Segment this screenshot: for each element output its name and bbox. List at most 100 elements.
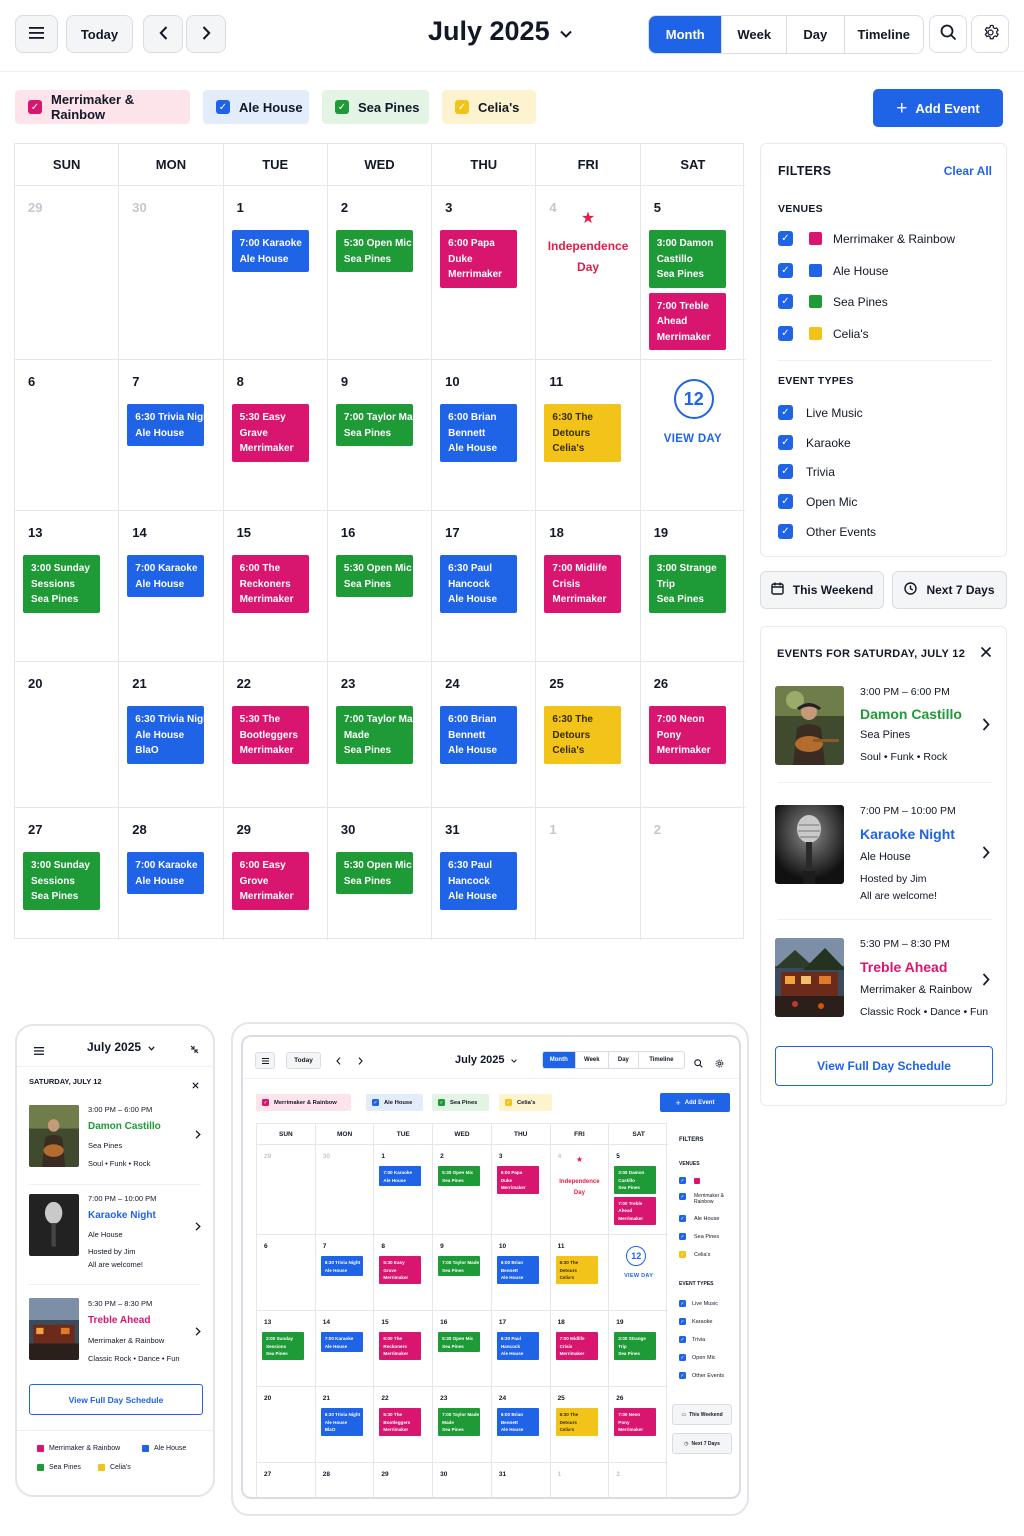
calendar-event[interactable]: 5:30 The Bootleggers Merrimaker	[231, 706, 309, 764]
gear-icon[interactable]	[715, 1055, 724, 1073]
venue-filter-merrimaker[interactable]: ✓ Merrimaker & Rainbow	[778, 231, 955, 246]
calendar-day-cell[interactable]: 15 6:00 The Reckoners Merrimaker	[374, 1311, 434, 1387]
calendar-day-cell[interactable]: 24 6:00 Brian Bennett Ale House	[432, 662, 537, 808]
calendar-day-cell[interactable]: 5 3:00 Damon Castillo Sea Pines 7:00 Treble A…	[640, 186, 745, 360]
view-full-schedule-button[interactable]: View Full Day Schedule	[29, 1384, 203, 1415]
calendar-day-cell[interactable]: 12 VIEW DAY	[640, 360, 745, 511]
search-button[interactable]	[929, 15, 967, 53]
calendar-event[interactable]: 5:30 Open Mic Sea Pines	[438, 1332, 481, 1353]
calendar-day-cell[interactable]: 1 7:00 Karaoke Ale House	[374, 1145, 434, 1235]
calendar-day-cell[interactable]: 19 3:00 Strange Trip Sea Pines	[609, 1311, 668, 1387]
calendar-event[interactable]: 6:00 Easy Grove Merrimaker	[231, 852, 309, 910]
mobile-month-title[interactable]: July 2025	[87, 1040, 156, 1054]
venue-chip-ale-house[interactable]: ✓ Ale House	[203, 90, 309, 124]
chevron-left-icon[interactable]	[329, 1052, 347, 1069]
view-tab-timeline[interactable]: Timeline	[843, 16, 923, 53]
settings-button[interactable]	[971, 15, 1009, 53]
calendar-day-cell[interactable]: 2	[609, 1463, 668, 1497]
calendar-event[interactable]: 5:30 Easy Grave Merrimaker	[379, 1256, 422, 1284]
event-name[interactable]: Karaoke Night	[860, 826, 955, 842]
calendar-day-cell[interactable]: 17 6:30 Paul Hancock Ale House	[491, 1311, 551, 1387]
calendar-day-cell[interactable]: 22 5:30 The Bootleggers Merrimaker	[374, 1387, 434, 1463]
calendar-event[interactable]: 5:30 Open Mic Sea Pines	[438, 1166, 481, 1187]
calendar-day-cell[interactable]: 7 6:30 Trivia Night Ale House	[119, 360, 224, 511]
close-icon[interactable]	[192, 1076, 199, 1094]
venue-filter-celias[interactable]: ✓ Celia's	[679, 1251, 710, 1258]
chevron-right-icon[interactable]	[195, 1222, 201, 1234]
this-weekend-button[interactable]: This Weekend	[760, 571, 884, 609]
calendar-event[interactable]: 7:00 Neon Pony Merrimaker	[648, 706, 726, 764]
next-7-days-button[interactable]: ◷ Next 7 Days	[672, 1433, 732, 1454]
type-filter-live-music[interactable]: ✓ Live Music	[679, 1300, 718, 1307]
calendar-day-cell[interactable]: 30	[315, 1145, 375, 1235]
view-tab-week[interactable]: Week	[574, 1052, 609, 1068]
selected-day-circle[interactable]: 12	[673, 379, 714, 419]
calendar-event[interactable]: 5:30 Open Mic Sea Pines	[335, 852, 413, 894]
calendar-event[interactable]: 6:30 The Detours Celia's	[555, 1408, 598, 1436]
calendar-event[interactable]: 7:00 Taylor Made Made Sea Pines	[335, 706, 413, 764]
calendar-event[interactable]: 3:00 Sunday Sessions Sea Pines	[262, 1332, 304, 1360]
view-day-link[interactable]: VIEW DAY	[641, 433, 745, 445]
today-button[interactable]: Today	[66, 15, 133, 53]
calendar-day-cell[interactable]: 15 6:00 The Reckoners Merrimaker	[223, 511, 328, 662]
calendar-day-cell[interactable]: 21 6:30 Trivia Night Ale House BlaO	[315, 1387, 375, 1463]
event-name[interactable]: Damon Castillo	[88, 1121, 161, 1132]
prev-month-button[interactable]	[143, 15, 183, 53]
calendar-event[interactable]: 7:00 Midlife Crisis Merrimaker	[544, 555, 622, 613]
next-month-button[interactable]	[186, 15, 226, 53]
calendar-event[interactable]: 3:00 Sunday Sessions Sea Pines	[23, 555, 100, 613]
calendar-day-cell[interactable]: 20	[257, 1387, 316, 1463]
calendar-event[interactable]: 6:30 The Detours Celia's	[544, 404, 622, 462]
calendar-day-cell[interactable]: 2 5:30 Open Mic Sea Pines	[327, 186, 433, 360]
event-name[interactable]: Treble Ahead	[88, 1315, 150, 1326]
search-icon[interactable]	[694, 1055, 703, 1073]
type-filter-open-mic[interactable]: ✓ Open Mic	[778, 494, 857, 509]
venue-chip-merrimaker[interactable]: ✓ Merrimaker & Rainbow	[15, 90, 190, 124]
calendar-day-cell[interactable]: 2	[641, 808, 745, 940]
type-filter-other-events[interactable]: ✓ Other Events	[679, 1372, 724, 1379]
view-tab-timeline[interactable]: Timeline	[637, 1052, 684, 1068]
venue-filter-merrimaker[interactable]: ✓	[679, 1177, 705, 1184]
view-tab-day[interactable]: Day	[608, 1052, 638, 1068]
calendar-day-cell[interactable]: 16 5:30 Open Mic Sea Pines	[327, 511, 433, 662]
type-filter-open-mic[interactable]: ✓ Open Mic	[679, 1354, 716, 1361]
calendar-event[interactable]: 6:30 Paul Hancock Ale House	[496, 1332, 539, 1360]
type-filter-trivia[interactable]: ✓ Trivia	[679, 1336, 705, 1343]
calendar-event[interactable]: 6:30 Trivia Night Ale House BlaO	[320, 1408, 363, 1436]
calendar-day-cell[interactable]: 8 5:30 Easy Grave Merrimaker	[374, 1235, 434, 1311]
calendar-day-cell[interactable]: 17 6:30 Paul Hancock Ale House	[432, 511, 537, 662]
calendar-event[interactable]: 3:00 Damon Castillo Sea Pines	[614, 1166, 657, 1194]
this-weekend-button[interactable]: ▭ This Weekend	[672, 1404, 732, 1425]
view-full-schedule-button[interactable]: View Full Day Schedule	[775, 1046, 993, 1086]
calendar-day-cell[interactable]: 23 7:00 Taylor Made Made Sea Pines	[433, 1387, 492, 1463]
calendar-day-cell[interactable]: 30 5:30 Open Mic Sea Pines	[328, 808, 433, 940]
calendar-day-cell[interactable]: 28	[316, 1463, 375, 1497]
calendar-day-cell[interactable]: 1	[551, 1463, 610, 1497]
calendar-event[interactable]: 6:30 The Detours Celia's	[555, 1256, 598, 1284]
chevron-right-icon[interactable]	[351, 1052, 369, 1069]
calendar-day-cell[interactable]: 31 6:30 Paul Hancock Ale House	[432, 808, 537, 940]
calendar-day-cell[interactable]: 29	[15, 186, 120, 360]
hamburger-icon[interactable]	[255, 1052, 275, 1069]
calendar-event[interactable]: 5:30 The Bootleggers Merrimaker	[379, 1408, 422, 1436]
calendar-event[interactable]: 6:30 The Detours Celia's	[544, 706, 622, 764]
calendar-day-cell[interactable]: 30	[433, 1463, 492, 1497]
calendar-day-cell[interactable]: 12 VIEW DAY	[609, 1235, 668, 1311]
calendar-day-cell[interactable]: 9 7:00 Taylor Made Sea Pines	[433, 1235, 492, 1311]
calendar-event[interactable]: 6:00 Papa Duke Merrimaker	[440, 230, 518, 288]
venue-filter-ale-house[interactable]: ✓ Ale House	[679, 1215, 719, 1222]
calendar-day-cell[interactable]: 4 ★ Independence Day	[536, 186, 641, 360]
calendar-day-cell[interactable]: 16 5:30 Open Mic Sea Pines	[433, 1311, 492, 1387]
calendar-event[interactable]: 3:00 Damon Castillo Sea Pines	[648, 230, 726, 288]
calendar-event[interactable]: 7:00 Treble Ahead Merrimaker	[648, 292, 726, 350]
calendar-day-cell[interactable]: 7 6:30 Trivia Night Ale House	[315, 1235, 375, 1311]
calendar-event[interactable]: 7:00 Taylor Made Sea Pines	[438, 1256, 481, 1277]
calendar-day-cell[interactable]: 22 5:30 The Bootleggers Merrimaker	[223, 662, 328, 808]
calendar-day-cell[interactable]: 14 7:00 Karaoke Ale House	[119, 511, 224, 662]
type-filter-karaoke[interactable]: ✓ Karaoke	[679, 1318, 713, 1325]
view-tab-month[interactable]: Month	[649, 16, 722, 53]
calendar-event[interactable]: 6:00 Brian Bennett Ale House	[496, 1408, 539, 1436]
next-7-days-button[interactable]: Next 7 Days	[892, 571, 1007, 609]
selected-day-circle[interactable]: 12	[626, 1246, 647, 1266]
calendar-event[interactable]: 3:00 Strange Trip Sea Pines	[614, 1332, 657, 1360]
